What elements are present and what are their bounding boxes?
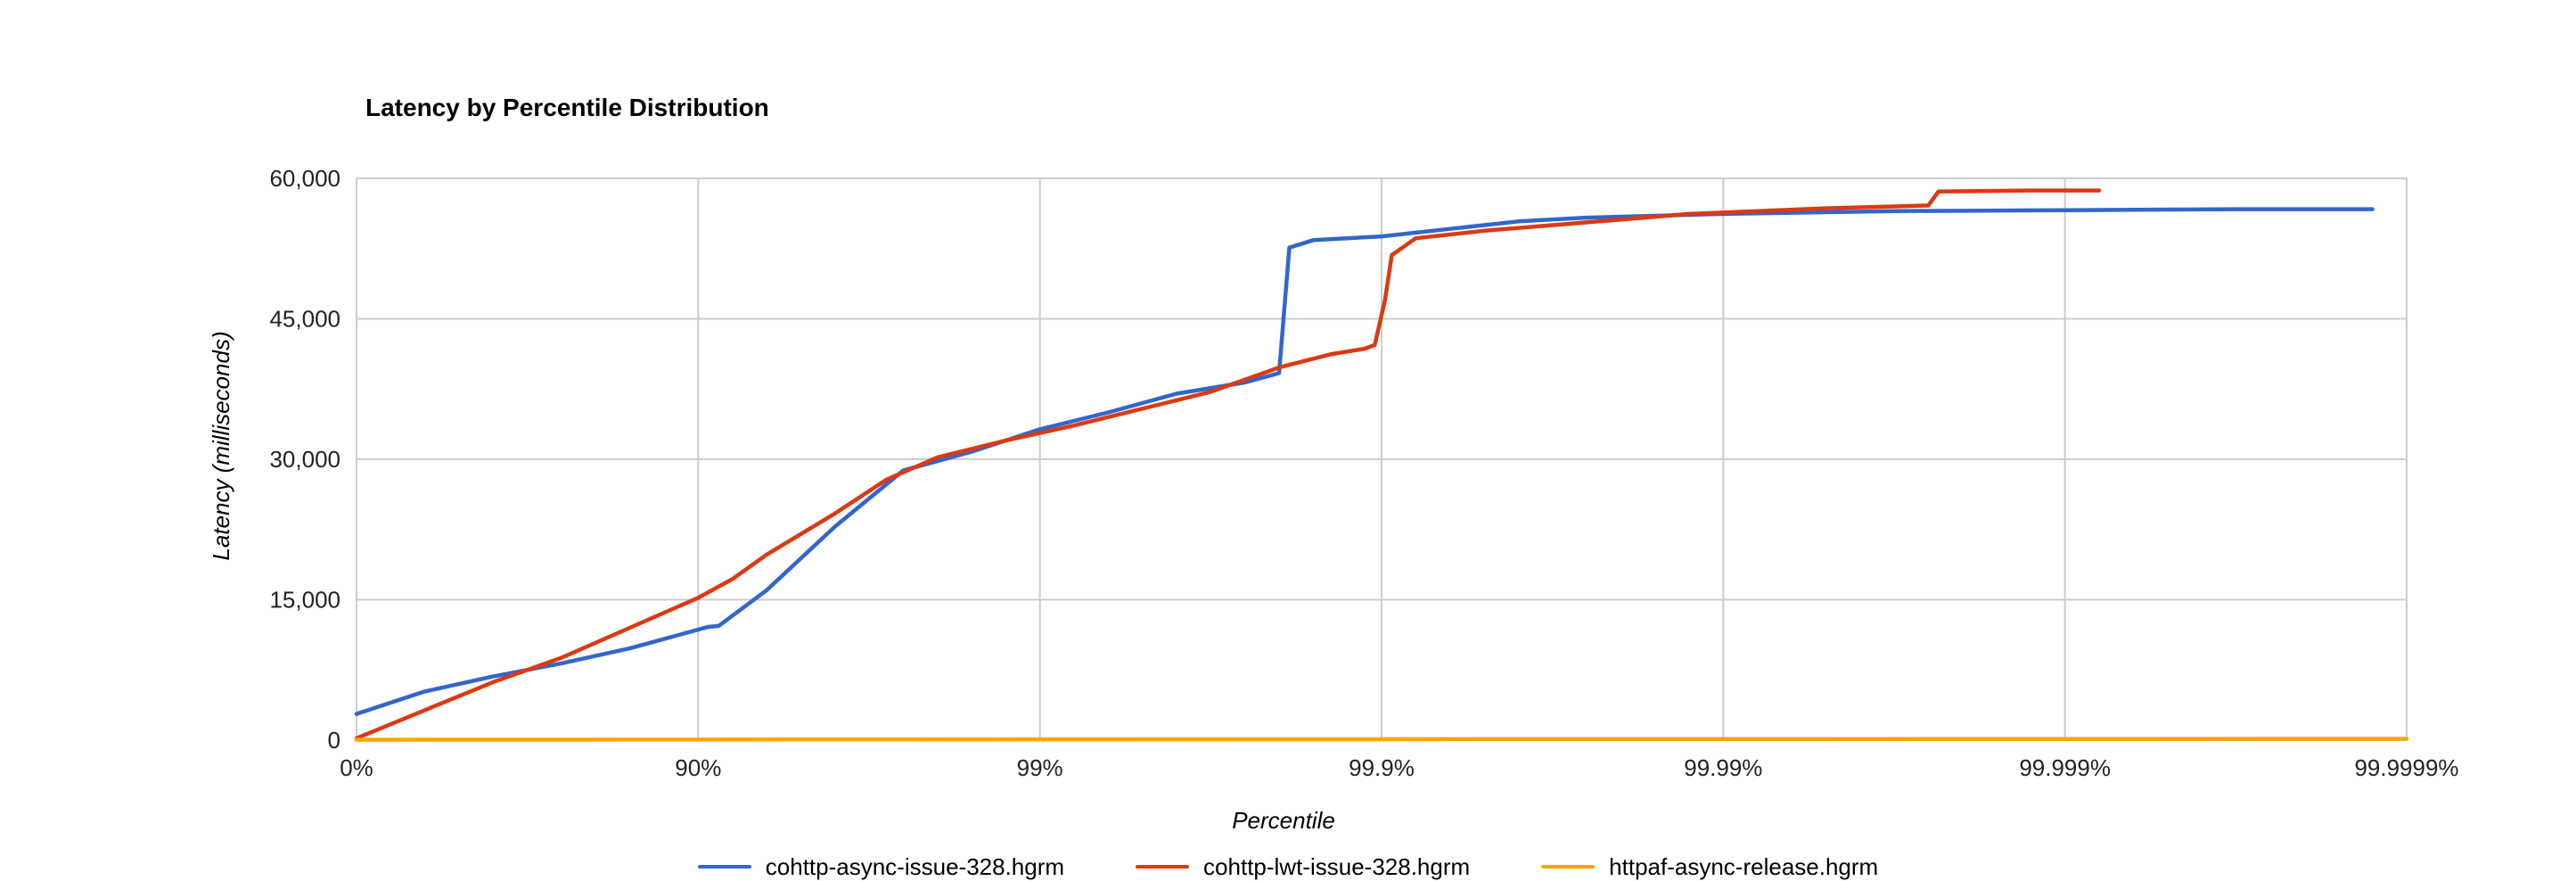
series-line xyxy=(357,739,2407,740)
legend-swatch xyxy=(1136,865,1189,869)
legend-label: cohttp-async-issue-328.hgrm xyxy=(766,853,1064,881)
legend-swatch xyxy=(1541,865,1595,869)
chart-canvas: 0 15,000 30,000 45,000 60,000 0% 90% 99% 99.9% 99… xyxy=(0,0,2576,856)
legend: cohttp-async-issue-328.hgrm cohttp-lwt-is… xyxy=(0,847,2576,881)
x-tick-label: 90% xyxy=(675,754,721,781)
x-tick-label: 99% xyxy=(1017,754,1063,781)
series-line xyxy=(357,191,2099,738)
y-tick-label: 45,000 xyxy=(269,306,340,333)
legend-item: httpaf-async-release.hgrm xyxy=(1541,853,1878,881)
legend-label: cohttp-lwt-issue-328.hgrm xyxy=(1203,853,1470,881)
series-line xyxy=(357,210,2373,714)
x-tick-label: 99.99% xyxy=(1684,754,1762,781)
y-tick-label: 60,000 xyxy=(269,165,340,192)
x-tick-label: 99.9% xyxy=(1349,754,1415,781)
y-tick-label: 0 xyxy=(328,727,340,753)
legend-label: httpaf-async-release.hgrm xyxy=(1609,853,1878,881)
legend-item: cohttp-async-issue-328.hgrm xyxy=(698,853,1064,881)
y-tick-label: 30,000 xyxy=(269,446,340,473)
y-tick-label: 15,000 xyxy=(269,587,340,613)
x-tick-label: 99.9999% xyxy=(2354,754,2458,781)
legend-item: cohttp-lwt-issue-328.hgrm xyxy=(1136,853,1470,881)
x-tick-label: 0% xyxy=(340,754,373,781)
legend-swatch xyxy=(698,865,751,869)
x-tick-label: 99.999% xyxy=(2019,754,2111,781)
